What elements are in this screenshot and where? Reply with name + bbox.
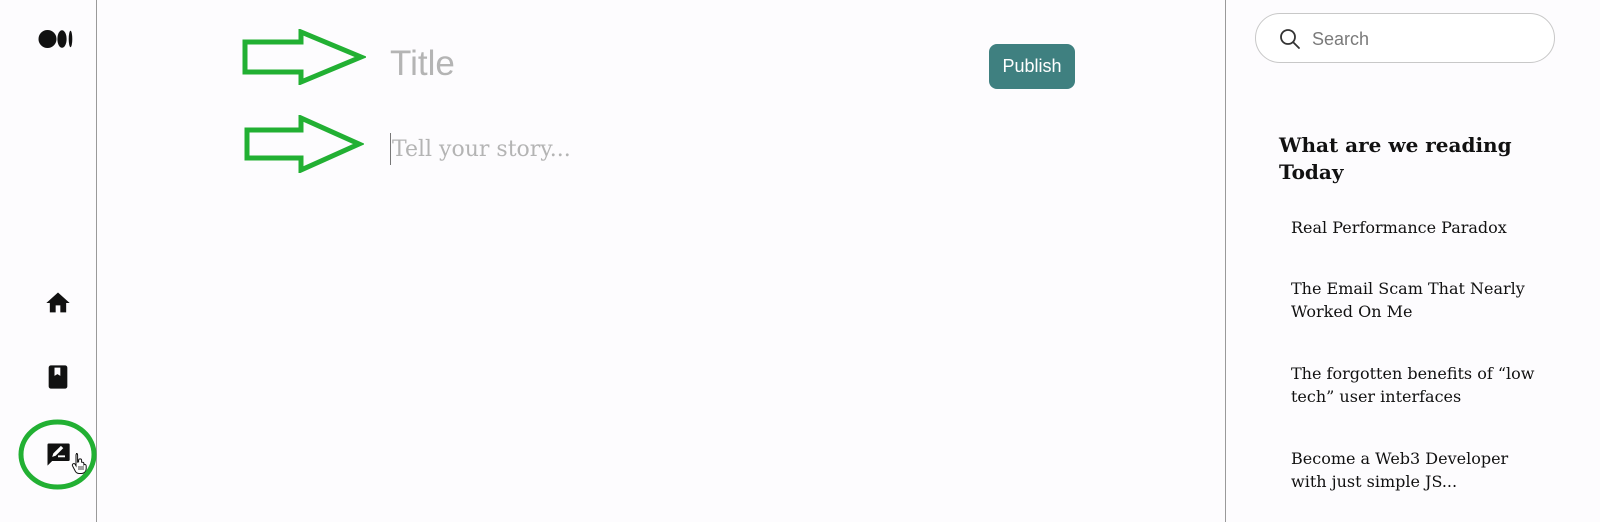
title-input[interactable]	[390, 44, 950, 84]
home-icon[interactable]	[44, 289, 72, 317]
search-box[interactable]	[1255, 13, 1555, 63]
reading-list-item[interactable]: Real Performance Paradox	[1291, 216, 1551, 239]
annotation-arrow-right-icon	[242, 29, 366, 85]
right-sidebar: What are we reading Today Real Performan…	[1227, 0, 1600, 522]
medium-logo-icon[interactable]	[38, 29, 74, 49]
annotation-circle	[18, 419, 97, 490]
search-input[interactable]	[1312, 26, 1542, 52]
reading-list-item[interactable]: The forgotten benefits of “low tech” use…	[1291, 362, 1541, 408]
reading-list-item[interactable]: Become a Web3 Developer with just simple…	[1291, 447, 1541, 493]
story-editor: Publish	[97, 0, 1226, 522]
library-icon[interactable]	[44, 363, 72, 391]
search-icon	[1280, 29, 1300, 49]
story-input[interactable]	[390, 133, 1190, 165]
reading-heading: What are we reading Today	[1279, 133, 1512, 184]
publish-button[interactable]: Publish	[989, 44, 1075, 89]
annotation-arrow-right-icon	[244, 115, 364, 173]
left-nav	[0, 0, 97, 522]
reading-list-item[interactable]: The Email Scam That Nearly Worked On Me	[1291, 277, 1531, 323]
